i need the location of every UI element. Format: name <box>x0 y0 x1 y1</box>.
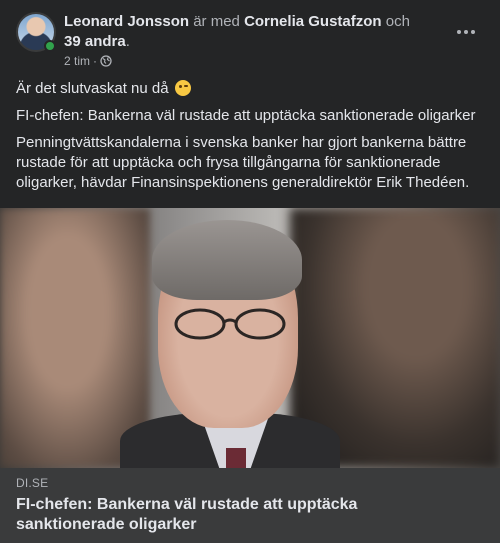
link-preview-image[interactable] <box>0 208 500 468</box>
link-preview-box[interactable]: DI.SE FI-chefen: Bankerna väl rustade at… <box>0 468 500 543</box>
tagged-person[interactable]: Cornelia Gustafzon <box>244 13 382 30</box>
status-message: Är det slutvaskat nu då <box>16 80 169 97</box>
globe-icon[interactable] <box>100 55 112 67</box>
post-meta: 2 tim · <box>64 54 112 68</box>
tie <box>226 448 246 468</box>
shared-headline: FI-chefen: Bankerna väl rustade att uppt… <box>16 107 476 124</box>
post-header: Leonard Jonsson är med Cornelia Gustafzo… <box>16 12 484 72</box>
more-options-icon[interactable] <box>452 22 480 42</box>
with-text: är med <box>193 13 240 30</box>
author-line: Leonard Jonsson är med Cornelia Gustafzo… <box>64 12 424 52</box>
tagged-others[interactable]: 39 andra <box>64 33 126 50</box>
meta-separator: · <box>93 54 98 68</box>
period: . <box>125 33 130 50</box>
and-text: och <box>385 13 410 30</box>
glasses <box>174 308 286 340</box>
portrait-hair <box>152 220 302 300</box>
shared-summary: Penningtvättskandalerna i svenska banker… <box>16 134 470 191</box>
facebook-post: Leonard Jonsson är med Cornelia Gustafzo… <box>0 0 500 543</box>
author-name[interactable]: Leonard Jonsson <box>64 13 189 30</box>
online-status-dot <box>44 40 56 52</box>
more-dot <box>464 30 468 34</box>
status-text: Är det slutvaskat nu då <box>16 79 486 99</box>
link-title[interactable]: FI-chefen: Bankerna väl rustade att uppt… <box>16 495 456 535</box>
winking-face-emoji <box>174 80 191 96</box>
post-timestamp[interactable]: 2 tim <box>64 54 90 68</box>
more-dot <box>457 30 461 34</box>
link-domain: DI.SE <box>16 476 49 490</box>
more-dot <box>471 30 475 34</box>
